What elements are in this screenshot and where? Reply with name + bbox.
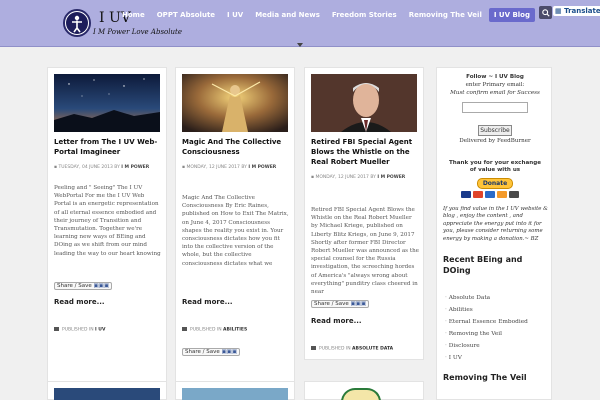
recent-item[interactable]: Disclosure bbox=[445, 340, 545, 352]
delivered-by-label: Delivered by bbox=[459, 138, 496, 144]
post-image-partial[interactable] bbox=[54, 388, 160, 400]
delivered-by: Delivered by FeedBurner bbox=[437, 138, 553, 145]
post-card: Retired FBI Special Agent Blows the Whis… bbox=[304, 67, 424, 360]
post-date: Monday, 12 June 2017 bbox=[315, 175, 369, 180]
share-social-icons: ▣▣▣ bbox=[93, 283, 110, 289]
post-title[interactable]: Magic And The Collective Consciousness bbox=[182, 137, 290, 157]
bank-icon bbox=[509, 191, 519, 198]
nav-home[interactable]: Home bbox=[117, 8, 150, 22]
post-category[interactable]: I UV bbox=[95, 328, 105, 333]
site-header: I UV I M Power Love Absolute Home OPPT A… bbox=[0, 0, 600, 47]
post-excerpt: Retired FBI Special Agent Blows the Whis… bbox=[311, 207, 419, 296]
folder-icon bbox=[54, 327, 59, 331]
donate-button[interactable]: Donate bbox=[477, 178, 513, 189]
post-category[interactable]: Abilities bbox=[223, 328, 247, 333]
read-more-link[interactable]: Read more... bbox=[311, 317, 362, 325]
share-label: Share / Save bbox=[57, 283, 92, 289]
discover-card-icon bbox=[497, 191, 507, 198]
search-button[interactable] bbox=[539, 6, 552, 19]
post-card: Magic And The Collective Consciousness ▪… bbox=[175, 67, 295, 400]
removing-heading: Removing The Veil bbox=[443, 373, 527, 382]
post-by: by bbox=[241, 165, 247, 170]
search-icon bbox=[541, 8, 550, 17]
nav-media-and-news[interactable]: Media and News bbox=[250, 8, 325, 22]
post-meta: ▪ Monday, 12 June 2017 by I M POWER bbox=[311, 174, 419, 181]
post-card-partial bbox=[47, 381, 167, 400]
translate-widget[interactable]: ▦ Translate bbox=[553, 6, 600, 16]
post-author[interactable]: I M POWER bbox=[121, 165, 149, 170]
post-meta: ▪ Monday, 12 June 2017 by I M POWER bbox=[182, 164, 290, 171]
post-by: by bbox=[114, 165, 120, 170]
recent-item[interactable]: Removing the Veil bbox=[445, 328, 545, 340]
share-button[interactable]: Share / Save ▣▣▣ bbox=[311, 300, 370, 308]
post-image-portrait[interactable] bbox=[311, 74, 417, 132]
recent-list: Absolute Data Abilities Eternal Essence … bbox=[445, 292, 545, 364]
post-author[interactable]: I M POWER bbox=[248, 165, 276, 170]
donation-note: If you find value in the I UV website & … bbox=[443, 206, 548, 242]
recent-heading: Recent BEing and DOing bbox=[443, 255, 523, 275]
subscribe-email-input[interactable] bbox=[462, 102, 528, 113]
post-card-partial bbox=[304, 381, 424, 400]
share-button[interactable]: Share / Save ▣▣▣ bbox=[182, 348, 241, 356]
post-category[interactable]: Absolute Data bbox=[352, 347, 393, 352]
read-more-link[interactable]: Read more... bbox=[182, 298, 233, 306]
post-card: Letter from The I UV Web-Portal Imaginee… bbox=[47, 67, 167, 400]
post-image-night-sky[interactable] bbox=[54, 74, 160, 132]
post-author[interactable]: I M POWER bbox=[377, 175, 405, 180]
recent-item[interactable]: Absolute Data bbox=[445, 292, 545, 304]
published-in-label: Published in bbox=[190, 327, 222, 333]
post-title[interactable]: Retired FBI Special Agent Blows the Whis… bbox=[311, 137, 419, 167]
visa-card-icon bbox=[461, 191, 471, 198]
published-in-label: Published in bbox=[62, 327, 94, 333]
follow-title: Follow ~ I UV Blog bbox=[466, 74, 524, 80]
translate-icon: ▦ bbox=[555, 7, 565, 15]
translate-label: Translate bbox=[564, 7, 600, 15]
recent-item[interactable]: Abilities bbox=[445, 304, 545, 316]
mastercard-icon bbox=[473, 191, 483, 198]
nav-i-uv-blog[interactable]: I UV Blog bbox=[488, 8, 535, 22]
sidebar: Follow ~ I UV Blog enter Primary email: … bbox=[436, 67, 552, 400]
enter-email-label: enter Primary email: bbox=[465, 82, 525, 88]
post-footer: Published in Abilities bbox=[182, 327, 247, 333]
post-date: Tuesday, 04 June 2013 bbox=[58, 165, 113, 170]
header-down-arrow-icon bbox=[297, 43, 303, 47]
feedburner-link[interactable]: FeedBurner bbox=[497, 138, 531, 144]
share-social-icons: ▣▣▣ bbox=[350, 301, 367, 307]
subscribe-button[interactable]: Subscribe bbox=[478, 125, 512, 136]
nav-i-uv[interactable]: I UV bbox=[222, 8, 248, 22]
share-label: Share / Save bbox=[185, 349, 220, 355]
published-in-label: Published in bbox=[319, 346, 351, 352]
share-button[interactable]: Share / Save ▣▣▣ bbox=[54, 282, 113, 290]
post-date: Monday, 12 June 2017 bbox=[186, 165, 240, 170]
post-title[interactable]: Letter from The I UV Web-Portal Imaginee… bbox=[54, 137, 162, 157]
logo-figure-icon bbox=[66, 12, 88, 34]
site-logo[interactable] bbox=[63, 9, 91, 37]
site-tagline: I M Power Love Absolute bbox=[93, 28, 182, 36]
amex-card-icon bbox=[485, 191, 495, 198]
recent-item[interactable]: I UV bbox=[445, 352, 545, 364]
post-excerpt: Magic And The Collective Consciousness B… bbox=[182, 195, 289, 267]
nav-oppt-absolute[interactable]: OPPT Absolute bbox=[152, 8, 220, 22]
main-nav: Home OPPT Absolute I UV Media and News F… bbox=[117, 8, 535, 22]
share-label: Share / Save bbox=[314, 301, 349, 307]
nav-freedom-stories[interactable]: Freedom Stories bbox=[327, 8, 402, 22]
post-image-partial[interactable] bbox=[182, 388, 288, 400]
payment-cards bbox=[461, 191, 519, 198]
recent-item[interactable]: Eternal Essence Embodied bbox=[445, 316, 545, 328]
nav-removing-the-veil[interactable]: Removing The Veil bbox=[404, 8, 487, 22]
share-social-icons: ▣▣▣ bbox=[221, 349, 238, 355]
folder-icon bbox=[182, 327, 187, 331]
post-excerpt: Peeling and " Seeing" The I UV WebPortal… bbox=[54, 185, 161, 257]
folder-icon bbox=[311, 346, 316, 350]
post-footer: Published in Absolute Data bbox=[311, 346, 393, 352]
read-more-link[interactable]: Read more... bbox=[54, 298, 105, 306]
confirm-note: Must confirm email for Success bbox=[450, 90, 540, 96]
post-image-badge[interactable] bbox=[341, 388, 381, 400]
post-meta: ▪ Tuesday, 04 June 2013 by I M POWER bbox=[54, 164, 162, 171]
post-card-partial bbox=[175, 381, 295, 400]
thanks-text: Thank you for your exchange of value wit… bbox=[448, 160, 542, 173]
post-image-magic-figure[interactable] bbox=[182, 74, 288, 132]
post-by: by bbox=[370, 175, 376, 180]
post-footer: Published in I UV bbox=[54, 327, 105, 333]
